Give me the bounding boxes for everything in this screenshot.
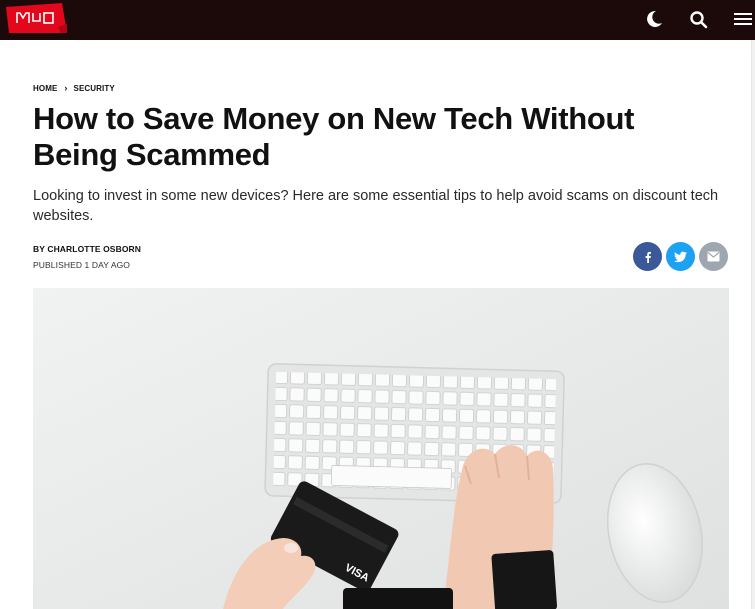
article-subtitle: Looking to invest in some new devices? H… — [33, 188, 719, 224]
article-title: How to Save Money on New Tech Without Be… — [33, 101, 635, 172]
top-navigation-bar — [0, 0, 755, 40]
author-link[interactable]: CHARLOTTE OSBORN — [47, 244, 141, 254]
page-scrollbar[interactable] — [751, 40, 755, 609]
hero-image: VISA — [33, 288, 729, 609]
share-email-button[interactable] — [699, 242, 728, 271]
facebook-icon — [645, 251, 651, 263]
moon-icon — [647, 10, 662, 27]
dark-mode-toggle[interactable] — [641, 8, 665, 30]
twitter-icon — [674, 251, 687, 262]
publish-date: PUBLISHED 1 DAY AGO — [33, 260, 131, 270]
search-button[interactable] — [687, 8, 711, 30]
share-buttons — [633, 242, 728, 271]
hamburger-menu-icon — [734, 13, 752, 25]
muo-logo-icon — [6, 3, 67, 33]
email-icon — [707, 251, 720, 262]
share-facebook-button[interactable] — [633, 242, 662, 271]
byline-prefix: BY — [33, 244, 48, 254]
menu-button[interactable] — [731, 8, 755, 30]
article-byline: BY CHARLOTTE OSBORN — [33, 243, 141, 255]
breadcrumb-security[interactable]: SECURITY — [74, 84, 115, 93]
breadcrumb-home[interactable]: HOME — [33, 84, 57, 93]
site-logo[interactable] — [6, 3, 67, 33]
share-twitter-button[interactable] — [666, 242, 695, 271]
breadcrumb: HOME › SECURITY — [33, 82, 115, 94]
hero-photo: VISA — [33, 288, 729, 609]
search-icon — [690, 11, 708, 29]
chevron-right-icon: › — [64, 82, 68, 93]
